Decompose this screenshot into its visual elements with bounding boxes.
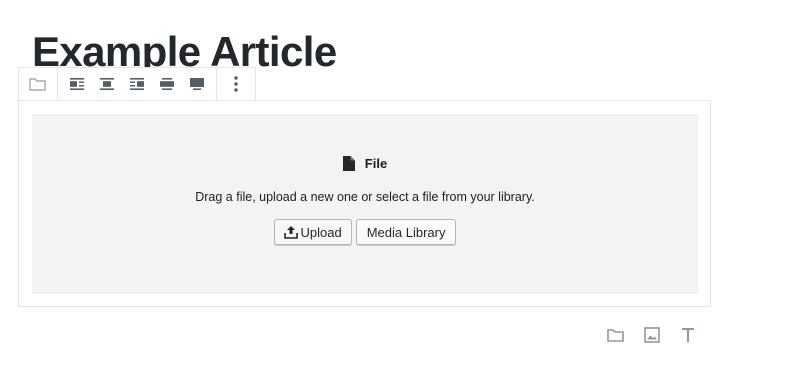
more-options-button[interactable] <box>221 68 251 100</box>
file-icon <box>342 156 355 171</box>
file-placeholder[interactable]: File Drag a file, upload a new one or se… <box>32 114 698 294</box>
placeholder-actions: Upload Media Library <box>32 219 698 245</box>
text-icon <box>682 328 694 342</box>
image-icon <box>644 327 660 343</box>
upload-button-label: Upload <box>300 224 342 240</box>
align-center-icon <box>100 78 114 90</box>
block-toolbar <box>18 67 256 101</box>
align-wide-icon <box>160 78 174 90</box>
upload-icon <box>283 226 298 239</box>
folder-icon <box>29 78 46 91</box>
media-library-button[interactable]: Media Library <box>355 219 457 245</box>
placeholder-instructions: Drag a file, upload a new one or select … <box>195 190 535 204</box>
block-inserter-shortcuts <box>603 324 701 346</box>
block-type-button[interactable] <box>23 68 53 100</box>
align-center-button[interactable] <box>92 68 122 100</box>
toolbar-group-block-type <box>19 68 58 100</box>
placeholder-title: File <box>364 156 388 171</box>
toolbar-group-alignment <box>58 68 217 100</box>
insert-paragraph-block-button[interactable] <box>675 324 701 346</box>
toolbar-group-more <box>217 68 255 100</box>
align-full-icon <box>190 78 204 90</box>
file-block[interactable]: File Drag a file, upload a new one or se… <box>18 100 711 307</box>
more-options-icon <box>234 76 238 92</box>
align-full-button[interactable] <box>182 68 212 100</box>
insert-file-block-button[interactable] <box>603 324 629 346</box>
insert-image-block-button[interactable] <box>639 324 665 346</box>
folder-icon <box>607 329 624 342</box>
align-right-button[interactable] <box>122 68 152 100</box>
align-wide-button[interactable] <box>152 68 182 100</box>
placeholder-label: File <box>32 156 698 171</box>
align-left-button[interactable] <box>62 68 92 100</box>
upload-button[interactable]: Upload <box>273 219 352 245</box>
align-right-icon <box>130 78 144 90</box>
align-left-icon <box>70 78 84 90</box>
